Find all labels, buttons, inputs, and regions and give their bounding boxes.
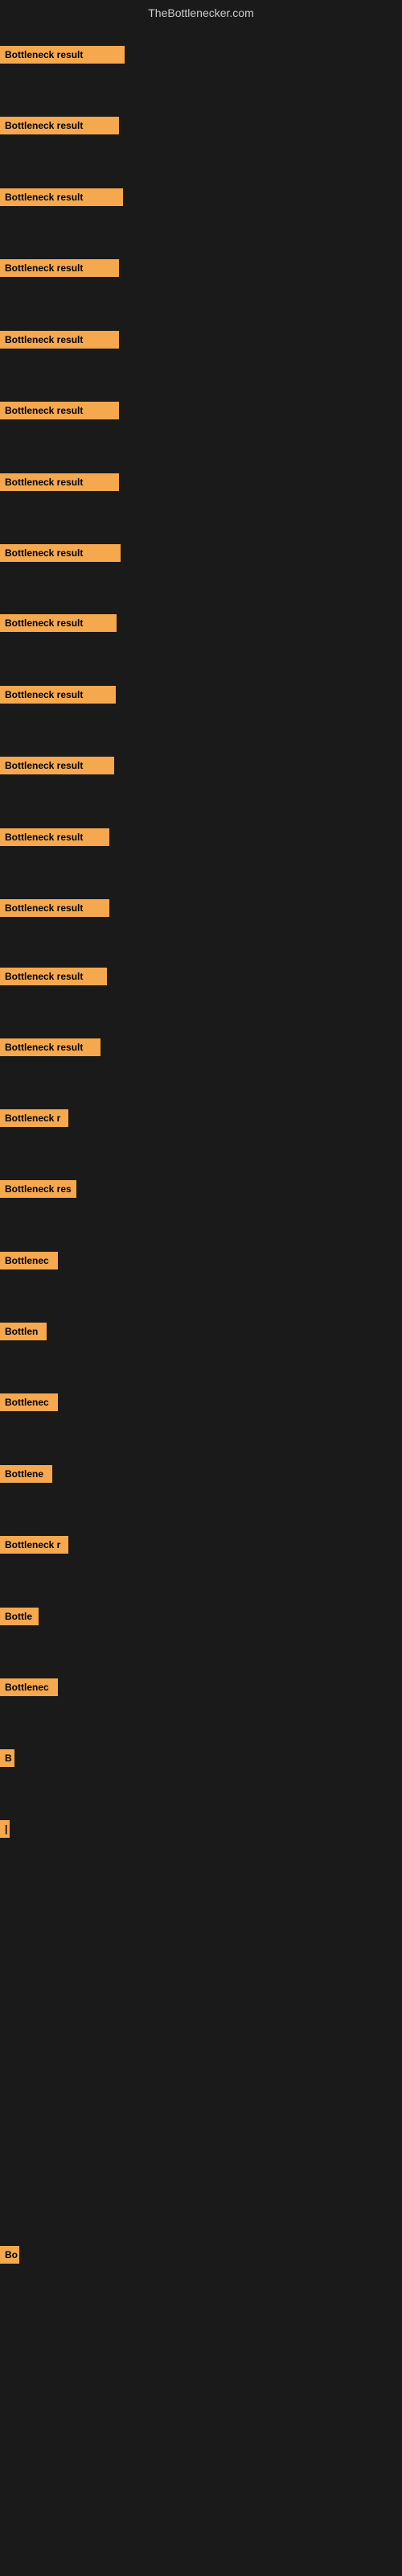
bottleneck-result-badge[interactable]: Bottleneck result xyxy=(0,331,119,349)
site-title: TheBottlenecker.com xyxy=(0,0,402,26)
bottleneck-result-badge[interactable]: Bottlenec xyxy=(0,1393,58,1411)
bottleneck-result-badge[interactable]: Bottle xyxy=(0,1608,39,1625)
bottleneck-result-badge[interactable]: Bottleneck result xyxy=(0,473,119,491)
bottleneck-result-badge[interactable]: Bottleneck result xyxy=(0,686,116,704)
bottleneck-result-badge[interactable]: Bottleneck result xyxy=(0,188,123,206)
bottleneck-result-badge[interactable]: Bottlenec xyxy=(0,1678,58,1696)
bottleneck-result-badge[interactable]: Bottleneck result xyxy=(0,117,119,134)
bottleneck-result-badge[interactable]: Bottleneck result xyxy=(0,828,109,846)
bottleneck-result-badge[interactable]: Bottleneck result xyxy=(0,757,114,774)
bottleneck-result-badge[interactable]: B xyxy=(0,1749,14,1767)
bottleneck-result-badge[interactable]: Bottlene xyxy=(0,1465,52,1483)
bottleneck-result-badge[interactable]: Bottleneck r xyxy=(0,1536,68,1554)
bottleneck-result-badge[interactable]: Bo xyxy=(0,2246,19,2264)
bottleneck-result-badge[interactable]: Bottleneck result xyxy=(0,614,117,632)
bottleneck-result-badge[interactable]: Bottleneck result xyxy=(0,46,125,64)
bottleneck-result-badge[interactable]: Bottleneck result xyxy=(0,544,121,562)
bottleneck-result-badge[interactable]: Bottleneck result xyxy=(0,899,109,917)
bottleneck-result-badge[interactable]: Bottleneck res xyxy=(0,1180,76,1198)
bottleneck-result-badge[interactable]: Bottleneck result xyxy=(0,968,107,985)
bottleneck-result-badge[interactable]: Bottlen xyxy=(0,1323,47,1340)
bottleneck-result-badge[interactable]: Bottleneck r xyxy=(0,1109,68,1127)
bottleneck-result-badge[interactable]: Bottleneck result xyxy=(0,1038,100,1056)
bottleneck-result-badge[interactable]: Bottleneck result xyxy=(0,259,119,277)
bottleneck-result-badge[interactable]: Bottlenec xyxy=(0,1252,58,1269)
bottleneck-result-badge[interactable]: Bottleneck result xyxy=(0,402,119,419)
bottleneck-result-badge[interactable]: | xyxy=(0,1820,10,1838)
